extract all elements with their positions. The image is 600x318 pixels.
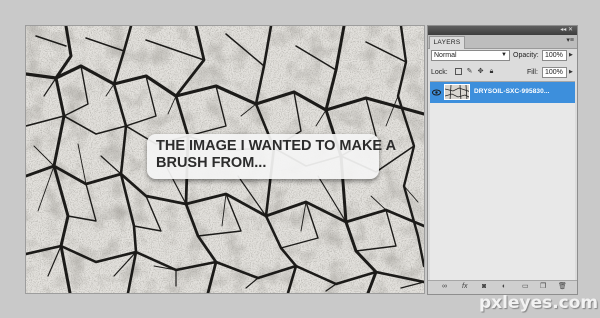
trash-icon[interactable]: 🗑︎ xyxy=(558,283,567,291)
fill-slider-arrow-icon[interactable]: ▶ xyxy=(569,67,573,78)
layers-panel: ◂◂ ✕ LAYERS ▾≡ Normal ▼ Opacity: 100% ▶ … xyxy=(427,25,578,295)
callout-line-1: THE IMAGE I WANTED TO MAKE A xyxy=(156,138,397,154)
document-canvas[interactable]: THE IMAGE I WANTED TO MAKE A BRUSH FROM.… xyxy=(26,26,424,293)
lock-move-icon[interactable]: ✥ xyxy=(477,68,484,75)
opacity-slider-arrow-icon[interactable]: ▶ xyxy=(569,50,573,61)
panel-tab-row: LAYERS ▾≡ xyxy=(428,35,577,49)
link-layers-icon[interactable]: ∞ xyxy=(442,283,447,291)
new-group-icon[interactable]: ▭ xyxy=(522,283,529,291)
blend-mode-select[interactable]: Normal ▼ xyxy=(431,50,510,61)
opacity-field[interactable]: 100% xyxy=(542,50,567,61)
chevron-down-icon: ▼ xyxy=(501,52,507,58)
layers-bottom-toolbar: ∞ fx ◙ ◐ ▭ ❐ 🗑︎ xyxy=(428,280,577,294)
adjustment-layer-icon[interactable]: ◐ xyxy=(502,283,506,291)
caption-callout: THE IMAGE I WANTED TO MAKE A BRUSH FROM.… xyxy=(147,134,397,179)
lock-brush-icon[interactable]: ✎ xyxy=(466,68,473,75)
fill-label: Fill: xyxy=(527,69,538,76)
blend-mode-value: Normal xyxy=(434,52,457,59)
layer-name: DRYSOIL-SXC-995830... xyxy=(474,88,550,95)
layer-mask-icon[interactable]: ◙ xyxy=(482,283,486,291)
layer-thumbnail xyxy=(444,84,470,100)
eye-icon[interactable] xyxy=(432,88,441,97)
lock-transparent-icon[interactable] xyxy=(455,68,462,75)
lock-fill-row: Lock: ✎ ✥ 🔒︎ Fill: 100% ▶ xyxy=(431,67,574,79)
watermark-logo: pxleyes.com xyxy=(479,293,599,313)
blend-opacity-row: Normal ▼ Opacity: 100% ▶ xyxy=(431,50,574,62)
callout-line-2: BRUSH FROM... xyxy=(156,155,267,171)
new-layer-icon[interactable]: ❐ xyxy=(540,283,546,291)
fx-icon[interactable]: fx xyxy=(462,283,467,291)
panel-menu-icon[interactable]: ▾≡ xyxy=(566,37,574,45)
panel-collapse-close-icon[interactable]: ◂◂ ✕ xyxy=(560,27,573,34)
layer-row[interactable]: DRYSOIL-SXC-995830... xyxy=(430,82,575,103)
opacity-label: Opacity: xyxy=(513,52,539,59)
lock-label: Lock: xyxy=(431,69,448,76)
layers-list: DRYSOIL-SXC-995830... xyxy=(430,81,575,290)
tab-layers[interactable]: LAYERS xyxy=(429,36,465,49)
panel-title-bar[interactable]: ◂◂ ✕ xyxy=(428,26,577,35)
fill-field[interactable]: 100% xyxy=(542,67,567,78)
lock-all-icon[interactable]: 🔒︎ xyxy=(488,68,495,75)
